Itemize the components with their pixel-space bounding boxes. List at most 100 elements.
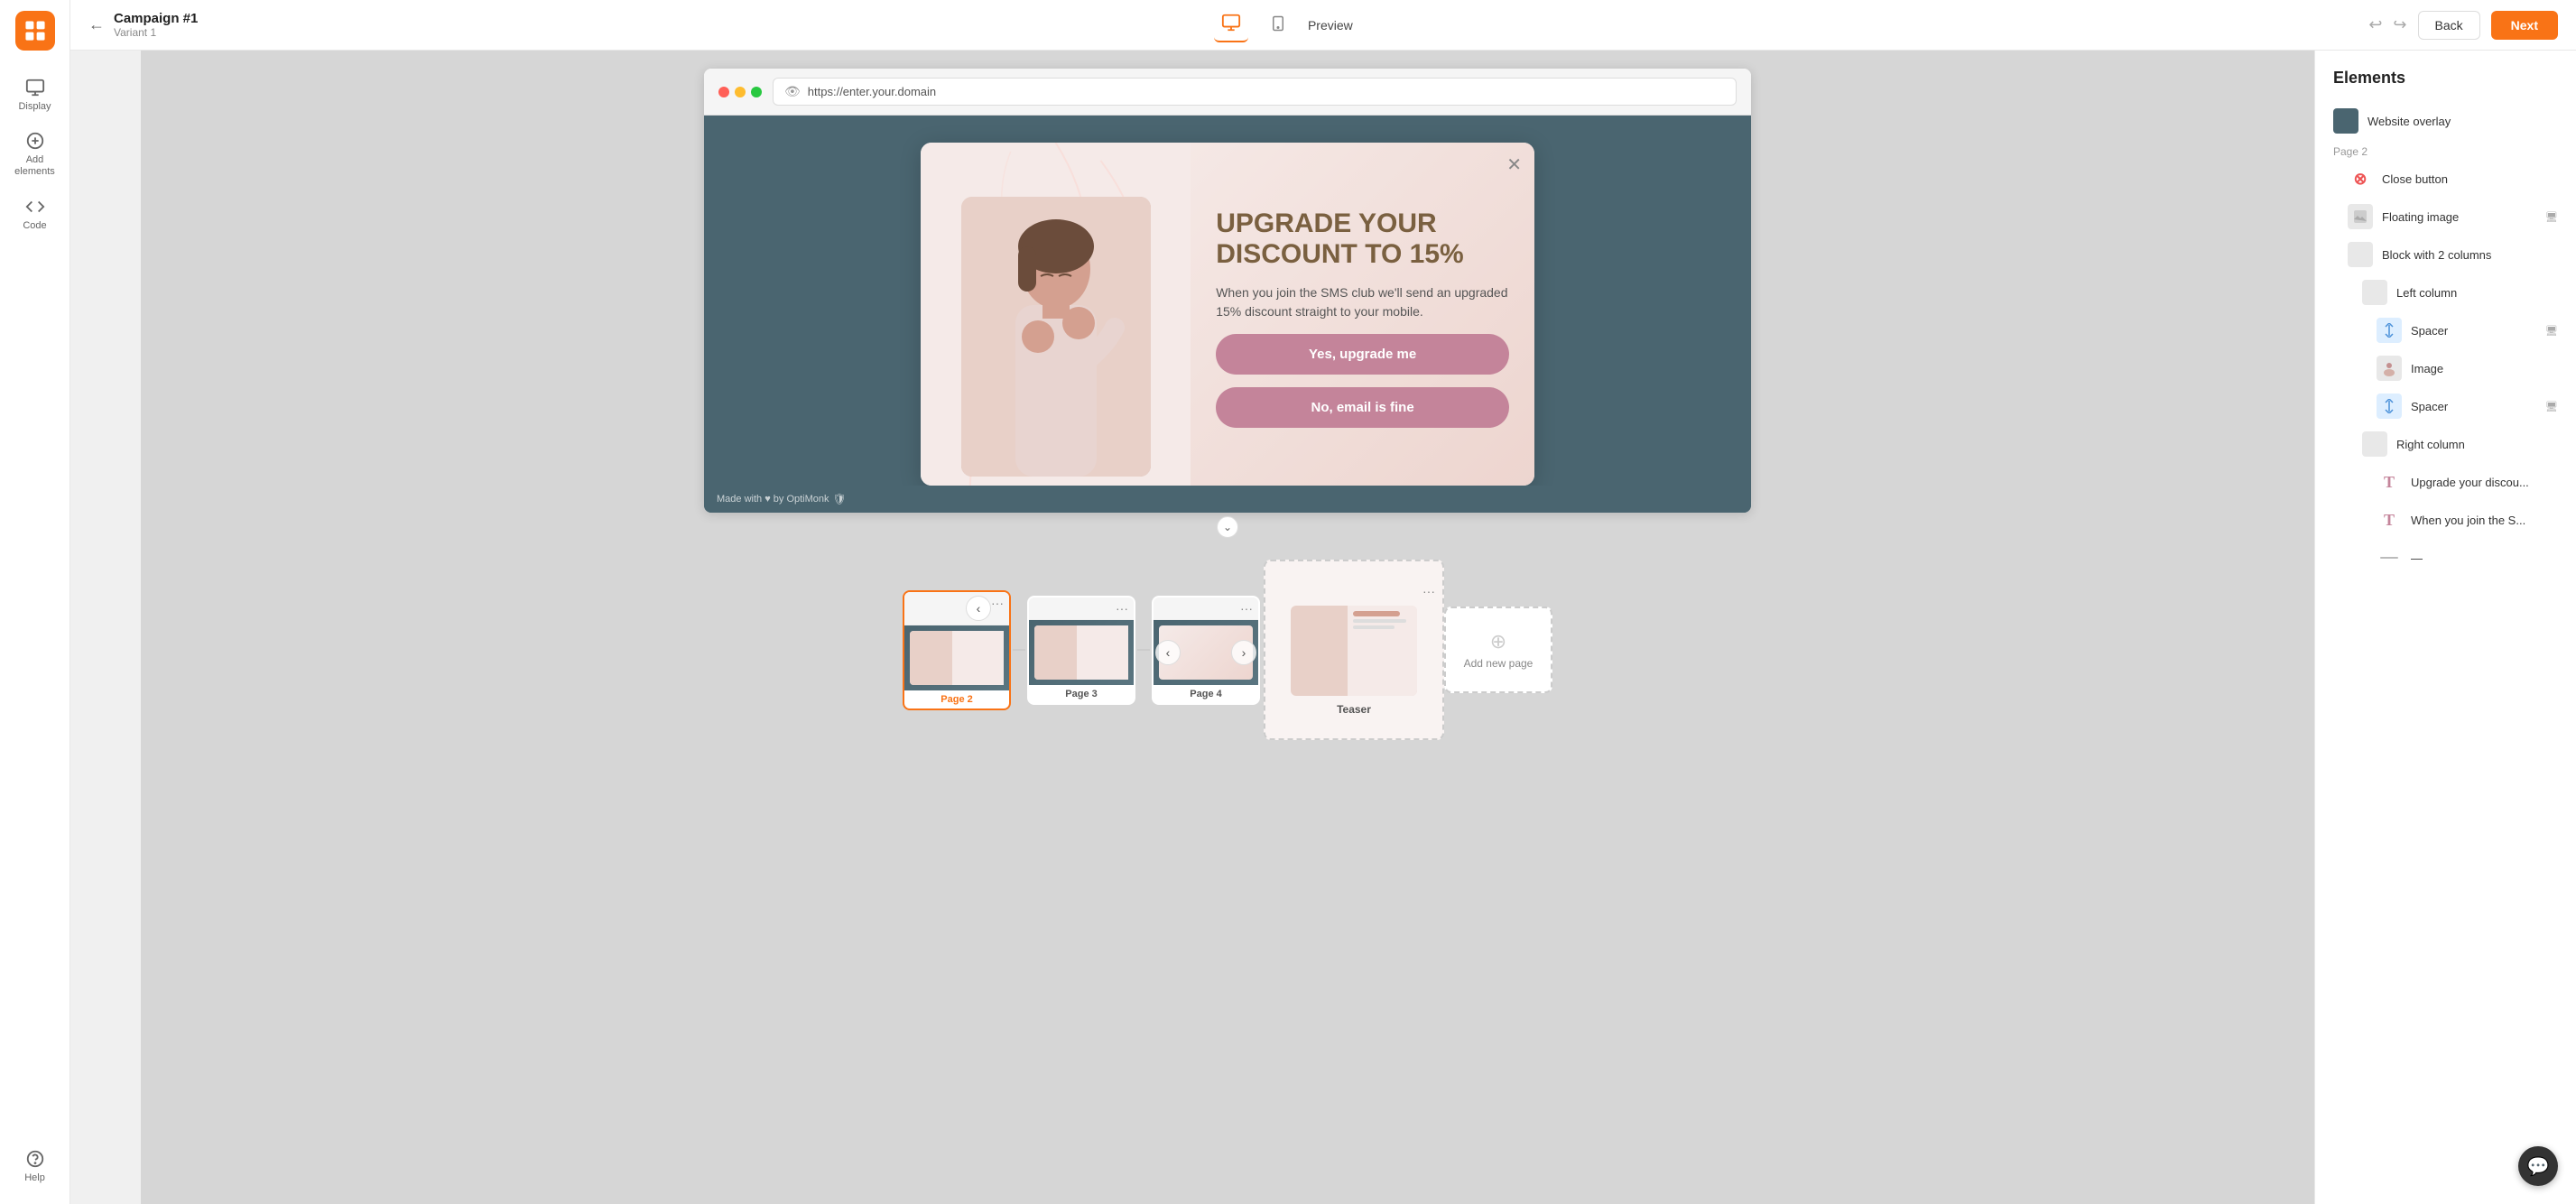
spacer-1-screen-icon: 🖥: [2545, 325, 2558, 337]
element-text-upgrade-label: Upgrade your discou...: [2411, 476, 2555, 489]
page-thumb-4-menu[interactable]: ···: [1240, 601, 1253, 616]
divider-1: [1013, 649, 1025, 651]
sidebar-item-display[interactable]: Display: [0, 69, 69, 122]
back-button[interactable]: Back: [2418, 11, 2480, 40]
right-panel: Elements Website overlay Page 2 ⊗ Close …: [2314, 51, 2576, 1204]
undo-button[interactable]: ↩: [2368, 15, 2382, 34]
campaign-info: Campaign #1 Variant 1: [114, 11, 198, 39]
support-icon: 💬: [2527, 1155, 2550, 1178]
element-right-column-label: Right column: [2396, 438, 2558, 451]
right-column-icon: [2362, 431, 2387, 457]
page-thumb-2[interactable]: ‹ ··· Page 2: [903, 590, 1011, 710]
page-thumb-3-content: [1029, 620, 1134, 685]
main-area: 👁 https://enter.your.domain ✕: [141, 51, 2576, 1204]
page-thumb-3-mini: [1034, 625, 1128, 680]
element-text-when[interactable]: T When you join the S...: [2315, 501, 2576, 539]
dot-yellow: [735, 87, 746, 97]
display-icon: [25, 78, 45, 97]
popup-footer: Made with ♥ by OptiMonk 🛡: [704, 486, 1751, 513]
sidebar-item-add-elements[interactable]: Add elements: [0, 122, 69, 187]
element-website-overlay[interactable]: Website overlay: [2315, 102, 2576, 140]
page-thumb-2-menu[interactable]: ···: [991, 596, 1004, 621]
top-header: ← Campaign #1 Variant 1 Preview ↩ ↪ Back…: [70, 0, 2576, 51]
popup-primary-button[interactable]: Yes, upgrade me: [1216, 334, 1509, 375]
page-thumb-3-menu[interactable]: ···: [1116, 601, 1128, 616]
add-page-label: Add new page: [1464, 657, 1534, 670]
floating-image-screen-icon: 🖥: [2545, 211, 2558, 223]
page-thumb-4-prev[interactable]: ‹: [1155, 640, 1181, 665]
page-thumb-4[interactable]: ··· ‹ › Page 4: [1152, 596, 1260, 705]
element-left-column-label: Left column: [2396, 286, 2558, 300]
element-block-2-columns[interactable]: Block with 2 columns: [2315, 236, 2576, 273]
element-divider[interactable]: —: [2315, 539, 2576, 577]
floating-image-icon: [2348, 204, 2373, 229]
divider-2: [1137, 649, 1150, 651]
chevron-down-button[interactable]: ⌄: [1217, 516, 1238, 538]
dot-red: [718, 87, 729, 97]
divider-icon: [2377, 545, 2402, 570]
sidebar-item-help-label: Help: [24, 1172, 45, 1184]
campaign-name: Campaign #1: [114, 11, 198, 26]
element-image-label: Image: [2411, 362, 2558, 375]
popup-subtext: When you join the SMS club we'll send an…: [1216, 283, 1509, 321]
desktop-icon: [1221, 13, 1241, 32]
element-left-column[interactable]: Left column: [2315, 273, 2576, 311]
popup-content-side: UPGRADE YOUR DISCOUNT TO 15% When you jo…: [1191, 143, 1534, 486]
mobile-device-button[interactable]: [1263, 8, 1293, 42]
campaign-variant: Variant 1: [114, 26, 198, 39]
element-right-column[interactable]: Right column: [2315, 425, 2576, 463]
page-thumb-3[interactable]: ··· Page 3: [1027, 596, 1135, 705]
close-button-icon: ⊗: [2348, 166, 2373, 191]
add-new-page-button[interactable]: ⊕ Add new page: [1444, 607, 1552, 693]
page-thumb-teaser[interactable]: ··· Teaser: [1264, 560, 1444, 740]
sidebar-item-code[interactable]: Code: [0, 188, 69, 241]
page-thumb-3-label: Page 3: [1029, 685, 1134, 703]
popup-image-side: [921, 143, 1191, 486]
redo-button[interactable]: ↪: [2393, 15, 2406, 34]
logo-icon: [23, 19, 47, 42]
element-text-when-label: When you join the S...: [2411, 514, 2555, 527]
next-button[interactable]: Next: [2491, 11, 2558, 40]
image-element-icon: [2377, 356, 2402, 381]
popup-footer-text: Made with ♥ by OptiMonk: [717, 494, 829, 505]
element-spacer-2-label: Spacer: [2411, 400, 2536, 413]
code-icon: [25, 197, 45, 217]
left-sidebar: Display Add elements Code Help: [0, 0, 70, 1204]
popup-close-button[interactable]: ✕: [1506, 153, 1522, 176]
element-spacer-1[interactable]: Spacer 🖥: [2315, 311, 2576, 349]
popup-card: ✕: [921, 143, 1534, 486]
element-text-upgrade[interactable]: T Upgrade your discou...: [2315, 463, 2576, 501]
elements-panel-title: Elements: [2315, 69, 2576, 102]
page-thumb-3-header: ···: [1029, 597, 1134, 620]
teaser-menu[interactable]: ···: [1422, 584, 1442, 598]
support-bubble[interactable]: 💬: [2518, 1146, 2558, 1186]
spacer-1-icon: [2377, 318, 2402, 343]
element-divider-label: —: [2411, 551, 2558, 565]
url-bar[interactable]: 👁 https://enter.your.domain: [773, 78, 1737, 106]
person-small-icon: [2381, 360, 2397, 376]
browser-mock: 👁 https://enter.your.domain ✕: [704, 69, 1751, 513]
logo-button[interactable]: [15, 11, 55, 51]
page-thumb-2-mini: [910, 631, 1004, 685]
teaser-label: Teaser: [1337, 703, 1371, 716]
page-thumb-2-prev[interactable]: ‹: [966, 596, 991, 621]
element-spacer-1-label: Spacer: [2411, 324, 2536, 338]
element-image[interactable]: Image: [2315, 349, 2576, 387]
element-floating-image[interactable]: Floating image 🖥: [2315, 198, 2576, 236]
browser-dots: [718, 87, 762, 97]
url-text: https://enter.your.domain: [808, 85, 936, 98]
back-arrow-button[interactable]: ←: [88, 15, 105, 34]
chevron-toggle: ⌄: [1217, 513, 1238, 542]
page-thumb-4-next[interactable]: ›: [1231, 640, 1256, 665]
add-page-plus-icon: ⊕: [1490, 630, 1506, 653]
desktop-device-button[interactable]: [1214, 7, 1248, 42]
sidebar-item-help[interactable]: Help: [0, 1140, 69, 1193]
page-thumbnails: ‹ ··· Page 2 ···: [903, 542, 1552, 749]
popup-headline: UPGRADE YOUR DISCOUNT TO 15%: [1216, 208, 1509, 271]
spacer-2-icon: [2377, 394, 2402, 419]
element-floating-image-label: Floating image: [2382, 210, 2536, 224]
element-spacer-2[interactable]: Spacer 🖥: [2315, 387, 2576, 425]
element-close-button[interactable]: ⊗ Close button: [2315, 160, 2576, 198]
page-thumb-2-header: ‹ ···: [904, 592, 1009, 625]
popup-secondary-button[interactable]: No, email is fine: [1216, 387, 1509, 428]
